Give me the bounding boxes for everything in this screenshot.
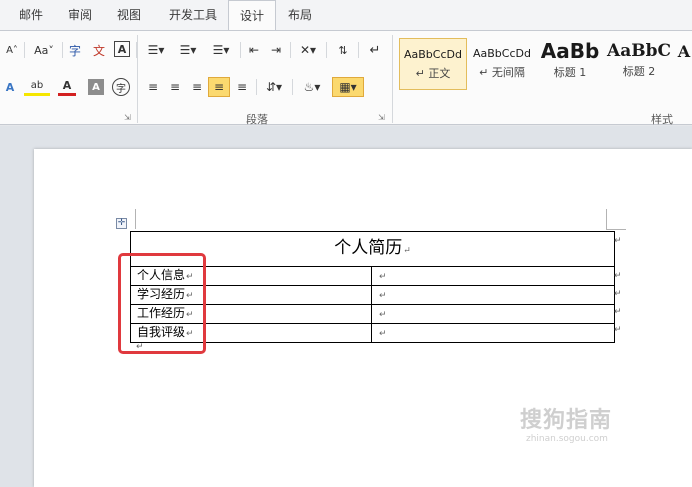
table-cell[interactable]: ↵: [371, 304, 615, 324]
row-end-mark: ↵: [614, 325, 622, 335]
character-shading-button[interactable]: A: [88, 79, 104, 95]
line-spacing-icon[interactable]: ⇵▾: [262, 78, 286, 96]
chinese-layout-icon[interactable]: ✕▾: [296, 41, 320, 59]
paragraph-mark: ↵: [403, 245, 411, 256]
group-separator: [137, 35, 138, 123]
separator: [24, 42, 25, 58]
show-marks-icon[interactable]: ↵: [366, 41, 384, 59]
ribbon-tab-bar: 邮件 审阅 视图 开发工具 设计 布局: [0, 0, 692, 30]
separator: [62, 42, 63, 58]
enclose-characters-button[interactable]: 字: [112, 78, 130, 96]
separator: [292, 79, 293, 95]
ribbon: A˄ Aa˅ 字 文 A ☰▾ ☰▾ ☰▾ ⇤ ⇥ ✕▾ ⇅ ↵ A ab A …: [0, 30, 692, 126]
distributed-icon[interactable]: ≡: [233, 78, 251, 96]
separator: [256, 79, 257, 95]
annotation-highlight-box: [118, 253, 206, 354]
tab-review[interactable]: 审阅: [60, 0, 100, 30]
style-sample: AaBbC: [607, 41, 671, 61]
paragraph-mark: ↵: [379, 272, 387, 282]
text-highlight-button[interactable]: ab: [24, 78, 50, 96]
numbering-icon[interactable]: ☰▾: [176, 41, 200, 59]
tab-mailings[interactable]: 邮件: [10, 0, 52, 30]
separator: [290, 42, 291, 58]
character-border-button[interactable]: A: [114, 41, 130, 57]
paragraph-mark: ↵: [379, 291, 387, 301]
grow-font-button[interactable]: A˄: [4, 41, 20, 59]
tab-developer[interactable]: 开发工具: [160, 0, 226, 30]
justify-icon[interactable]: ≡: [208, 77, 230, 97]
style-sample: AaBb: [540, 39, 600, 63]
table-cell[interactable]: ↵: [371, 323, 615, 343]
style-name: 标题 2: [622, 65, 656, 78]
separator: [358, 42, 359, 58]
style-more[interactable]: A: [676, 38, 692, 90]
separator: [326, 42, 327, 58]
table-cell[interactable]: ↵: [371, 266, 615, 286]
styles-group-label: 样式: [651, 113, 673, 126]
margin-mark: [135, 209, 136, 229]
phonetic-guide-icon[interactable]: 字: [66, 41, 84, 59]
tab-view[interactable]: 视图: [109, 0, 149, 30]
multilevel-list-icon[interactable]: ☰▾: [208, 41, 234, 59]
align-right-icon[interactable]: ≡: [188, 78, 206, 96]
tab-design[interactable]: 设计: [228, 0, 276, 30]
row-end-mark: ↵: [614, 289, 622, 299]
font-group-launcher-icon[interactable]: ⇲: [124, 113, 131, 122]
table-title: 个人简历: [334, 237, 403, 258]
tab-layout[interactable]: 布局: [280, 0, 320, 30]
table-move-handle-icon[interactable]: ✛: [116, 218, 127, 229]
style-normal[interactable]: AaBbCcDd ↵ 正文: [399, 38, 467, 90]
separator: [240, 42, 241, 58]
style-name: ↵ 正文: [415, 67, 451, 80]
bullets-icon[interactable]: ☰▾: [144, 41, 168, 59]
paragraph-group-label: 段落: [246, 113, 268, 126]
margin-mark: [606, 229, 626, 230]
paragraph-mark: ↵: [379, 329, 387, 339]
paragraph-group-launcher-icon[interactable]: ⇲: [378, 113, 385, 122]
increase-indent-icon[interactable]: ⇥: [268, 41, 284, 59]
style-sample: AaBbCcDd: [404, 48, 462, 61]
style-name: 标题 1: [553, 66, 587, 79]
text-effect-button[interactable]: A: [0, 78, 20, 96]
align-center-icon[interactable]: ≡: [166, 78, 184, 96]
paragraph-mark: ↵: [379, 310, 387, 320]
sort-icon[interactable]: ⇅: [334, 41, 352, 59]
style-heading-2[interactable]: AaBbC 标题 2: [605, 38, 673, 90]
group-separator: [392, 35, 393, 123]
row-end-mark: ↵: [614, 307, 622, 317]
style-heading-1[interactable]: AaBb 标题 1: [538, 38, 602, 90]
margin-mark: [606, 209, 607, 229]
style-no-spacing[interactable]: AaBbCcDd ↵ 无间隔: [469, 38, 535, 90]
row-end-mark: ↵: [614, 271, 622, 281]
decrease-indent-icon[interactable]: ⇤: [246, 41, 262, 59]
style-sample: AaBbCcDd: [473, 47, 531, 60]
change-case-button[interactable]: Aa˅: [30, 41, 58, 59]
watermark-subtext: zhinan.sogou.com: [526, 434, 608, 444]
table-cell[interactable]: ↵: [371, 285, 615, 305]
style-sample: A: [677, 42, 691, 61]
align-left-icon[interactable]: ≡: [144, 78, 162, 96]
font-color-button[interactable]: A: [58, 78, 76, 96]
shading-icon[interactable]: ♨▾: [298, 78, 326, 96]
style-name: ↵ 无间隔: [479, 66, 525, 79]
borders-icon[interactable]: ▦▾: [332, 77, 364, 97]
watermark-text: 搜狗指南: [520, 408, 613, 433]
watermark: 搜狗指南 zhinan.sogou.com: [520, 402, 612, 444]
row-end-mark: ↵: [614, 236, 622, 246]
pinyin-guide-icon[interactable]: 文: [90, 41, 108, 59]
